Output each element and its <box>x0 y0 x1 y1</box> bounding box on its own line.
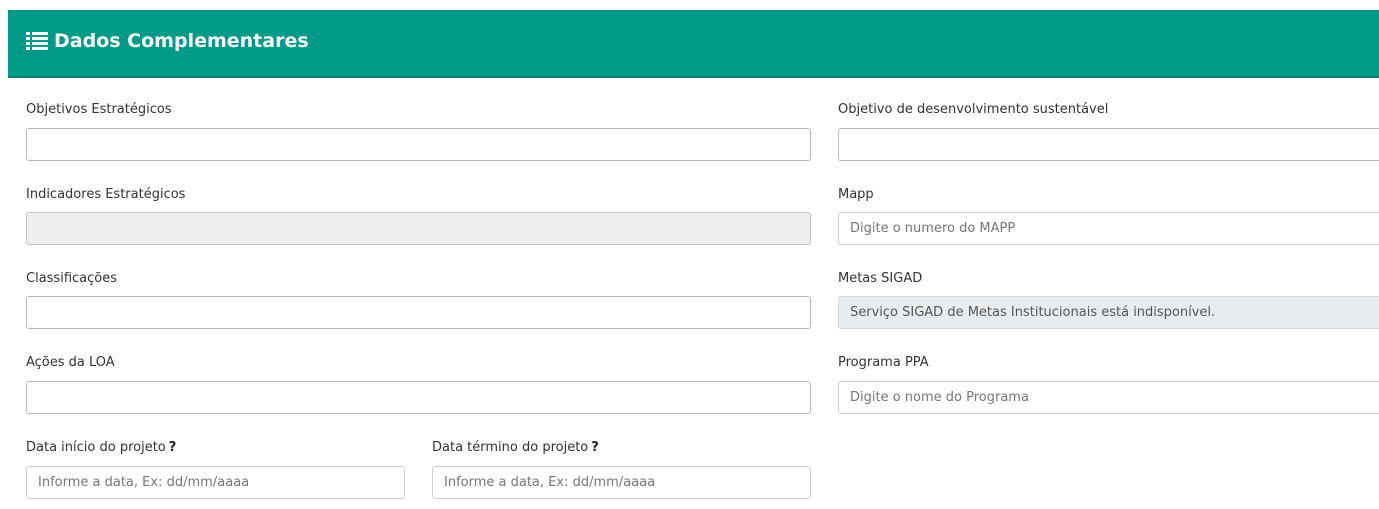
data-inicio-placeholder: Informe a data, Ex: dd/mm/aaaa <box>38 475 250 490</box>
dados-complementares-panel: Dados Complementares Objetivos Estratégi… <box>8 10 1379 509</box>
programa-ppa-label: Programa PPA <box>838 355 929 370</box>
metas-sigad-input: Serviço SIGAD de Metas Institucionais es… <box>838 296 1379 329</box>
objetivos-estrategicos-input[interactable] <box>26 128 811 161</box>
mapp-input[interactable]: Digite o numero do MAPP <box>838 212 1379 245</box>
programa-ppa-placeholder: Digite o nome do Programa <box>850 390 1029 405</box>
objetivo-desenvolvimento-label: Objetivo de desenvolvimento sustentável <box>838 102 1109 117</box>
programa-ppa-input[interactable]: Digite o nome do Programa <box>838 381 1379 414</box>
mapp-label: Mapp <box>838 187 874 202</box>
data-termino-input[interactable]: Informe a data, Ex: dd/mm/aaaa <box>432 466 811 499</box>
objetivo-desenvolvimento-input[interactable] <box>838 128 1379 161</box>
data-inicio-help-icon[interactable]: ? <box>169 440 177 455</box>
data-inicio-label: Data início do projeto? <box>26 440 176 456</box>
data-inicio-label-text: Data início do projeto <box>26 440 166 455</box>
indicadores-estrategicos-label: Indicadores Estratégicos <box>26 187 186 202</box>
data-termino-label: Data término do projeto? <box>432 440 599 456</box>
list-icon <box>26 32 48 50</box>
data-termino-help-icon[interactable]: ? <box>591 440 599 455</box>
data-inicio-input[interactable]: Informe a data, Ex: dd/mm/aaaa <box>26 466 405 499</box>
data-termino-label-text: Data término do projeto <box>432 440 589 455</box>
classificacoes-input[interactable] <box>26 296 811 329</box>
panel-title: Dados Complementares <box>54 30 309 52</box>
classificacoes-label: Classificações <box>26 271 117 286</box>
panel-header: Dados Complementares <box>8 10 1379 78</box>
metas-sigad-label: Metas SIGAD <box>838 271 923 286</box>
mapp-placeholder: Digite o numero do MAPP <box>850 221 1016 236</box>
acoes-loa-label: Ações da LOA <box>26 355 115 370</box>
indicadores-estrategicos-input <box>26 212 811 245</box>
data-termino-placeholder: Informe a data, Ex: dd/mm/aaaa <box>444 475 656 490</box>
acoes-loa-input[interactable] <box>26 381 811 414</box>
objetivos-estrategicos-label: Objetivos Estratégicos <box>26 102 172 117</box>
